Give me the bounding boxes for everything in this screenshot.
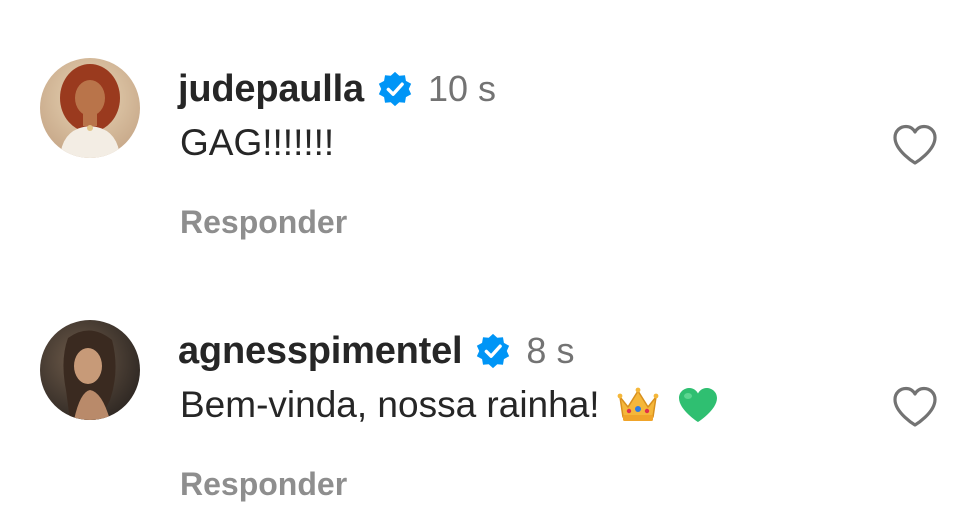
heart-outline-icon[interactable] (890, 384, 940, 430)
avatar[interactable] (40, 58, 140, 158)
crown-icon (616, 385, 660, 425)
comment-item: agnesspimentel 8 s Bem-vinda, nossa rain… (0, 262, 973, 512)
verified-badge-icon (474, 332, 512, 370)
comments-list: judepaulla 10 s GAG!!!!!!! Responder agn… (0, 0, 973, 530)
comment-text: Bem-vinda, nossa rainha! (180, 384, 720, 426)
comment-text: GAG!!!!!!! (180, 122, 334, 164)
verified-badge-icon (376, 70, 414, 108)
comment-header: agnesspimentel 8 s (178, 328, 574, 374)
timestamp: 8 s (526, 330, 575, 371)
username[interactable]: judepaulla (178, 68, 364, 111)
timestamp: 10 s (427, 68, 496, 109)
comment-body: Bem-vinda, nossa rainha! (180, 384, 600, 425)
green-heart-icon (676, 385, 720, 425)
comment-item: judepaulla 10 s GAG!!!!!!! Responder (0, 0, 973, 250)
comment-body: GAG!!!!!!! (180, 122, 335, 163)
avatar[interactable] (40, 320, 140, 420)
reply-button[interactable]: Responder (180, 204, 347, 241)
heart-outline-icon[interactable] (890, 122, 940, 168)
reply-button[interactable]: Responder (180, 466, 347, 503)
username[interactable]: agnesspimentel (178, 330, 463, 373)
comment-header: judepaulla 10 s (178, 66, 496, 112)
